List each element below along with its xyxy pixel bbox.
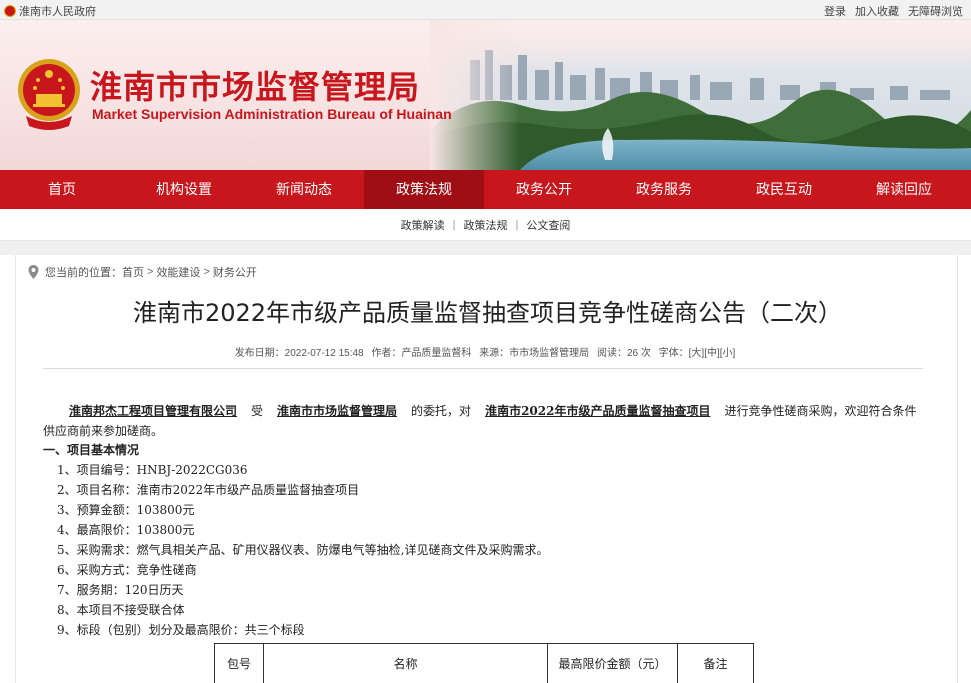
nav-gov-services[interactable]: 政务服务 bbox=[604, 170, 724, 209]
accessibility-link[interactable]: 无障碍浏览 bbox=[908, 3, 963, 19]
subnav-documents[interactable]: 公文查阅 bbox=[526, 217, 570, 233]
top-bar: 淮南市人民政府 登录 加入收藏 无障碍浏览 bbox=[0, 0, 971, 20]
info-line-requirements: 5、采购需求：燃气具相关产品、矿用仪器仪表、防爆电气等抽检,详见磋商文件及采购需… bbox=[57, 543, 549, 557]
meta-date: 发布日期：2022-07-12 15:48 bbox=[234, 348, 364, 359]
font-size-large[interactable]: [大] bbox=[689, 348, 705, 359]
page-background-strip bbox=[0, 241, 971, 255]
section-heading: 一、项目基本情况 bbox=[43, 443, 140, 457]
article-title: 淮南市2022年市级产品质量监督抽查项目竞争性磋商公告（二次） bbox=[132, 299, 843, 327]
title-divider bbox=[43, 368, 923, 369]
lots-table: 包号 名称 最高限价金额（元） 备注 bbox=[214, 643, 754, 683]
breadcrumb-finance[interactable]: 财务公开 bbox=[213, 264, 257, 280]
nav-gov-affairs[interactable]: 政务公开 bbox=[484, 170, 604, 209]
subnav-separator: | bbox=[515, 218, 519, 231]
info-line-project-number: 1、项目编号：HNBJ-2022CG036 bbox=[57, 463, 248, 477]
project-name: 淮南市2022年市级产品质量监督抽查项目 bbox=[485, 404, 711, 418]
info-line-project-name: 2、项目名称：淮南市2022年市级产品质量监督抽查项目 bbox=[57, 483, 360, 497]
table-header-name: 名称 bbox=[263, 643, 548, 683]
subnav-separator: | bbox=[452, 218, 456, 231]
agent-name: 淮南邦杰工程项目管理有限公司 bbox=[69, 404, 238, 418]
gov-link[interactable]: 淮南市人民政府 bbox=[4, 3, 96, 19]
article-container: 您当前的位置： 首页 > 效能建设 > 财务公开 淮南市2022年市级产品质量监… bbox=[15, 255, 958, 683]
table-header-row: 包号 名称 最高限价金额（元） 备注 bbox=[214, 643, 754, 683]
table-header-max-price: 最高限价金额（元） bbox=[547, 643, 678, 683]
intro-paragraph: 淮南邦杰工程项目管理有限公司受淮南市市场监督管理局 的委托，对 淮南市2022年市级… bbox=[43, 401, 928, 441]
breadcrumb: 您当前的位置： 首页 > 效能建设 > 财务公开 bbox=[28, 264, 257, 280]
bureau-title-en: Market Supervision Administration Bureau… bbox=[92, 106, 452, 122]
info-line-consortium: 8、本项目不接受联合体 bbox=[57, 603, 185, 617]
table-header-remark: 备注 bbox=[677, 643, 754, 683]
breadcrumb-arrow: > bbox=[147, 266, 154, 278]
breadcrumb-home[interactable]: 首页 bbox=[122, 264, 144, 280]
sub-nav: 政策解读 | 政策法规 | 公文查阅 bbox=[0, 209, 971, 241]
font-size-small[interactable]: [小] bbox=[720, 348, 736, 359]
meta-author: 作者：产品质量监督科 bbox=[371, 348, 472, 359]
meta-font-label: 字体： bbox=[658, 348, 689, 359]
info-line-lots: 9、标段（包别）划分及最高限价：共三个标段 bbox=[57, 623, 305, 637]
font-size-medium[interactable]: [中] bbox=[704, 348, 720, 359]
nav-news[interactable]: 新闻动态 bbox=[244, 170, 364, 209]
intro-by: 受 bbox=[251, 404, 264, 418]
nav-interaction[interactable]: 政民互动 bbox=[724, 170, 844, 209]
subnav-policy-interpretation[interactable]: 政策解读 bbox=[401, 217, 445, 233]
table-header-lot: 包号 bbox=[214, 643, 264, 683]
intro-entrust: 的委托，对 bbox=[411, 404, 472, 418]
info-line-budget: 3、预算金额：103800元 bbox=[57, 503, 195, 517]
bureau-title-cn: 淮南市市场监督管理局 bbox=[90, 68, 421, 106]
client-name: 淮南市市场监督管理局 bbox=[277, 404, 398, 418]
subnav-policy-regulations[interactable]: 政策法规 bbox=[464, 217, 508, 233]
add-favorite-link[interactable]: 加入收藏 bbox=[855, 3, 899, 19]
top-links: 登录 加入收藏 无障碍浏览 bbox=[824, 3, 963, 19]
nav-interpretation[interactable]: 解读回应 bbox=[844, 170, 964, 209]
login-link[interactable]: 登录 bbox=[824, 3, 846, 19]
nav-organization[interactable]: 机构设置 bbox=[124, 170, 244, 209]
national-emblem-icon bbox=[4, 5, 16, 17]
breadcrumb-arrow: > bbox=[203, 266, 210, 278]
info-line-max-price: 4、最高限价：103800元 bbox=[57, 523, 195, 537]
gov-name[interactable]: 淮南市人民政府 bbox=[19, 3, 96, 19]
site-banner: 淮南市市场监督管理局 Market Supervision Administra… bbox=[0, 20, 971, 170]
breadcrumb-prefix: 您当前的位置： bbox=[45, 267, 122, 279]
nav-home[interactable]: 首页 bbox=[0, 170, 124, 209]
article-body: 淮南邦杰工程项目管理有限公司受淮南市市场监督管理局 的委托，对 淮南市2022年市级… bbox=[43, 401, 928, 640]
article-meta: 发布日期：2022-07-12 15:48 作者：产品质量监督科 来源：市市场监… bbox=[16, 344, 957, 359]
location-pin-icon bbox=[28, 265, 39, 279]
meta-source: 来源：市市场监督管理局 bbox=[479, 348, 590, 359]
main-nav: 首页 机构设置 新闻动态 政策法规 政务公开 政务服务 政民互动 解读回应 bbox=[0, 170, 971, 209]
city-lake-scene-image bbox=[430, 20, 971, 170]
meta-views: 阅读：26 次 bbox=[596, 348, 651, 359]
breadcrumb-efficiency[interactable]: 效能建设 bbox=[156, 264, 200, 280]
national-emblem-icon bbox=[18, 59, 80, 130]
nav-policy[interactable]: 政策法规 bbox=[364, 170, 484, 209]
info-line-service-period: 7、服务期：120日历天 bbox=[57, 583, 184, 597]
info-line-method: 6、采购方式：竞争性磋商 bbox=[57, 563, 197, 577]
